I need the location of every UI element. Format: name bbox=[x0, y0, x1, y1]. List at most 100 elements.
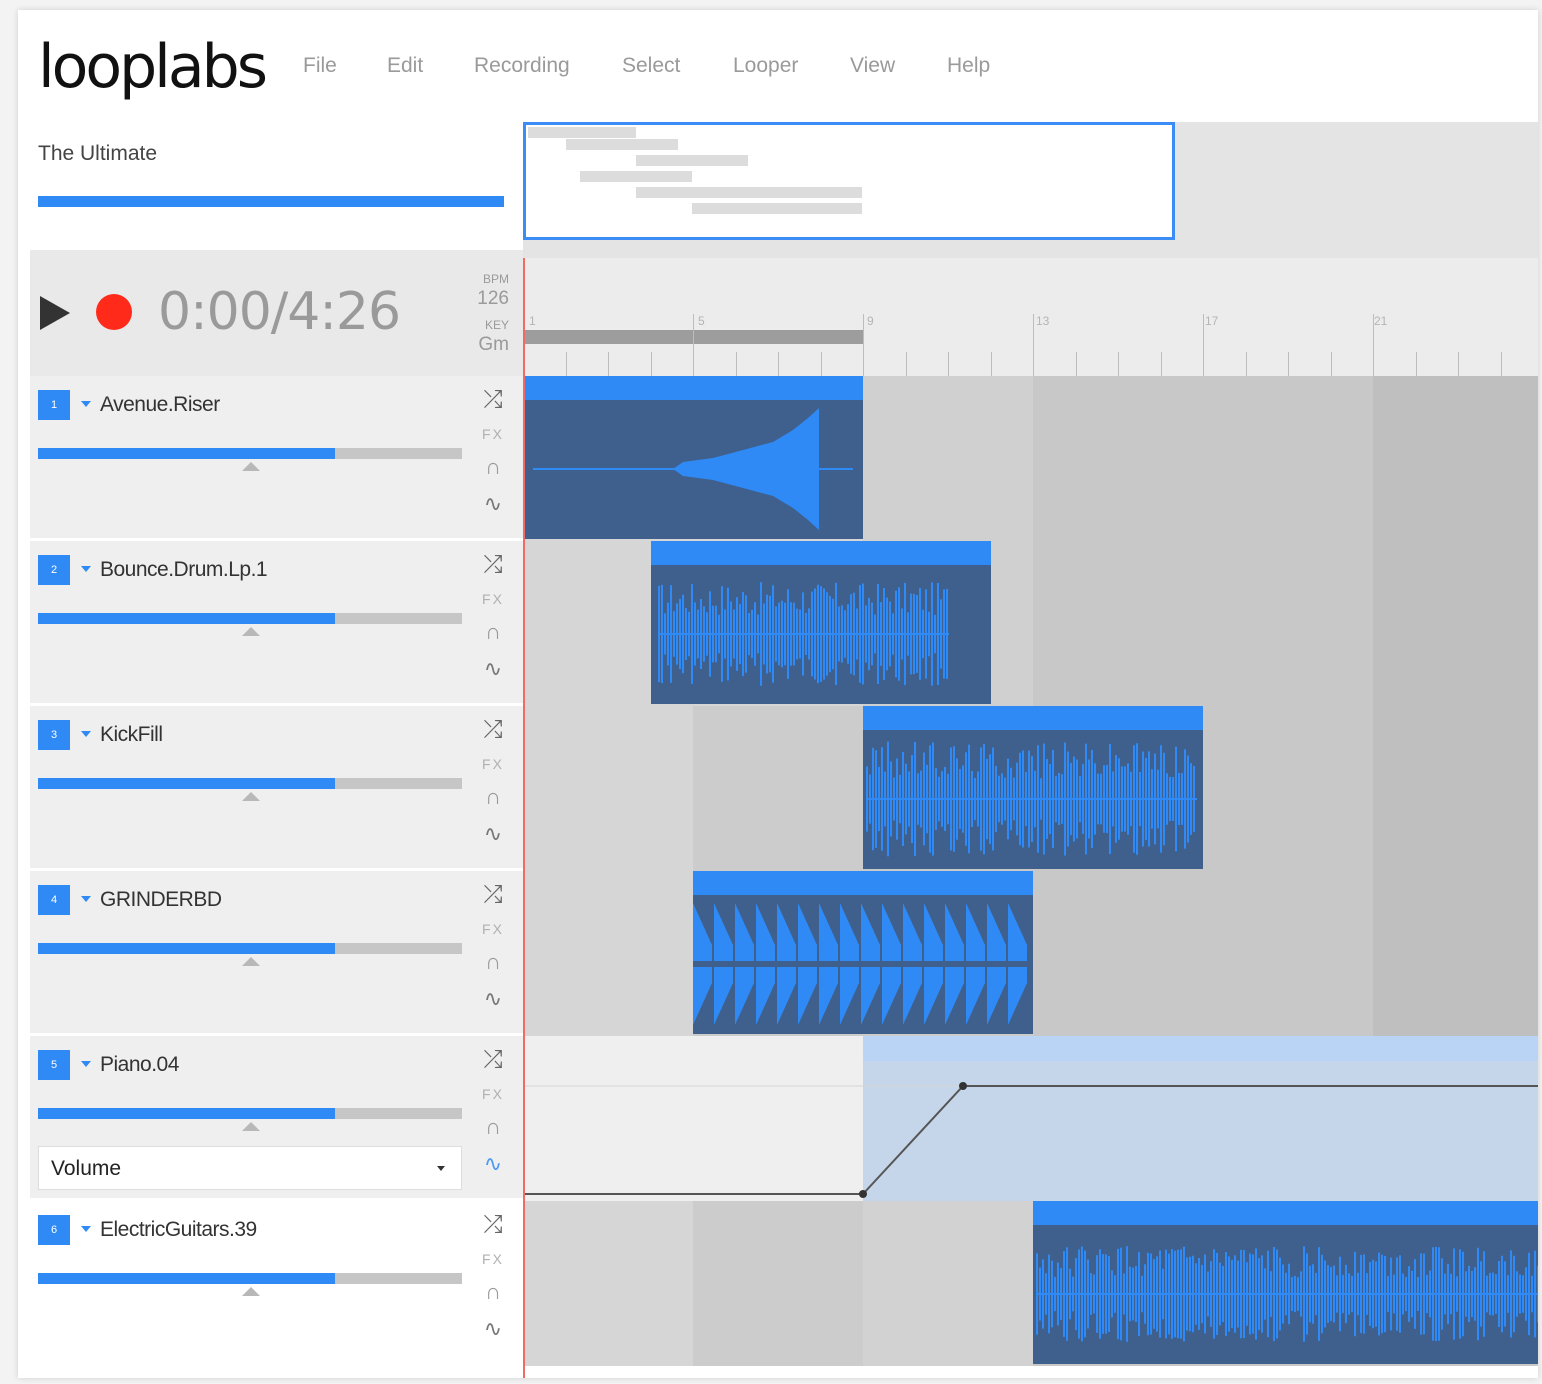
pan-marker-icon[interactable] bbox=[242, 462, 260, 471]
automation-parameter-select[interactable]: Volume bbox=[38, 1146, 462, 1190]
track-volume-slider[interactable] bbox=[38, 448, 462, 459]
ruler-tick bbox=[1203, 314, 1204, 376]
shuffle-icon[interactable]: ⤮ bbox=[478, 386, 508, 414]
clip-header-bar[interactable] bbox=[693, 871, 1033, 895]
project-title[interactable]: The Ultimate bbox=[38, 142, 157, 166]
fx-button[interactable]: FX bbox=[478, 426, 508, 442]
menu-recording[interactable]: Recording bbox=[474, 54, 570, 78]
playhead-cursor[interactable] bbox=[523, 258, 525, 1378]
clip-header-bar[interactable] bbox=[863, 706, 1203, 730]
ruler-tick bbox=[1076, 352, 1077, 376]
volume-fill bbox=[38, 778, 335, 789]
headphones-icon[interactable]: ∩ bbox=[478, 784, 508, 810]
headphones-icon[interactable]: ∩ bbox=[478, 1279, 508, 1305]
headphones-icon[interactable]: ∩ bbox=[478, 1114, 508, 1140]
ruler-tick bbox=[1118, 352, 1119, 376]
fx-button[interactable]: FX bbox=[478, 921, 508, 937]
automation-icon[interactable]: ∿ bbox=[478, 821, 508, 847]
headphones-icon[interactable]: ∩ bbox=[478, 949, 508, 975]
pan-marker-icon[interactable] bbox=[242, 1287, 260, 1296]
overview-viewport-window[interactable] bbox=[523, 122, 1175, 240]
track-name[interactable]: Piano.04 bbox=[100, 1050, 179, 1080]
menu-file[interactable]: File bbox=[303, 54, 337, 78]
track-lane[interactable] bbox=[523, 1201, 1538, 1366]
waveform bbox=[1036, 1246, 1538, 1342]
menu-looper[interactable]: Looper bbox=[733, 54, 798, 78]
track-number-badge[interactable]: 2 bbox=[38, 555, 70, 585]
track-volume-slider[interactable] bbox=[38, 778, 462, 789]
automation-icon[interactable]: ∿ bbox=[478, 986, 508, 1012]
automation-icon[interactable]: ∿ bbox=[478, 1151, 508, 1177]
automation-icon[interactable]: ∿ bbox=[478, 1316, 508, 1342]
shuffle-icon[interactable]: ⤮ bbox=[478, 1211, 508, 1239]
record-icon[interactable] bbox=[96, 294, 132, 330]
overview-clip bbox=[528, 127, 636, 138]
menu-edit[interactable]: Edit bbox=[387, 54, 423, 78]
track-name[interactable]: ElectricGuitars.39 bbox=[100, 1215, 257, 1245]
timeline-ruler[interactable]: 1 5 9 13 17 21 bbox=[523, 258, 1538, 376]
track-menu-caret-icon[interactable] bbox=[81, 1061, 91, 1067]
track-lane[interactable] bbox=[523, 541, 1538, 706]
shuffle-icon[interactable]: ⤮ bbox=[478, 551, 508, 579]
track-name[interactable]: GRINDERBD bbox=[100, 885, 222, 915]
track-volume-slider[interactable] bbox=[38, 1108, 462, 1119]
track-volume-slider[interactable] bbox=[38, 613, 462, 624]
key-value[interactable]: Gm bbox=[478, 334, 509, 356]
automation-icon[interactable]: ∿ bbox=[478, 656, 508, 682]
track-name[interactable]: Bounce.Drum.Lp.1 bbox=[100, 555, 268, 585]
audio-clip[interactable] bbox=[1033, 1201, 1538, 1364]
fx-button[interactable]: FX bbox=[478, 756, 508, 772]
pan-marker-icon[interactable] bbox=[242, 1122, 260, 1131]
track-lane[interactable] bbox=[523, 871, 1538, 1036]
dropdown-arrow-icon bbox=[437, 1166, 445, 1171]
track-number-badge[interactable]: 5 bbox=[38, 1050, 70, 1080]
menu-view[interactable]: View bbox=[850, 54, 895, 78]
track-menu-caret-icon[interactable] bbox=[81, 566, 91, 572]
track-lane[interactable] bbox=[523, 706, 1538, 871]
automation-curve[interactable] bbox=[523, 1036, 1538, 1201]
clip-header-bar[interactable] bbox=[1033, 1201, 1538, 1225]
audio-clip[interactable] bbox=[863, 706, 1203, 869]
track-lane[interactable] bbox=[523, 376, 1538, 541]
fx-button[interactable]: FX bbox=[478, 1251, 508, 1267]
track-name[interactable]: Avenue.Riser bbox=[100, 390, 220, 420]
headphones-icon[interactable]: ∩ bbox=[478, 454, 508, 480]
track-number-badge[interactable]: 4 bbox=[38, 885, 70, 915]
track-number-badge[interactable]: 6 bbox=[38, 1215, 70, 1245]
clip-header-bar[interactable] bbox=[523, 376, 863, 400]
track-volume-slider[interactable] bbox=[38, 943, 462, 954]
track-name[interactable]: KickFill bbox=[100, 720, 163, 750]
menu-help[interactable]: Help bbox=[947, 54, 990, 78]
automation-lane[interactable] bbox=[523, 1036, 1538, 1201]
fx-button[interactable]: FX bbox=[478, 1086, 508, 1102]
pan-marker-icon[interactable] bbox=[242, 957, 260, 966]
audio-clip[interactable] bbox=[523, 376, 863, 539]
bpm-label: BPM bbox=[482, 272, 509, 286]
track-menu-caret-icon[interactable] bbox=[81, 896, 91, 902]
audio-clip[interactable] bbox=[693, 871, 1033, 1034]
audio-clip[interactable] bbox=[651, 541, 991, 704]
ruler-tick bbox=[1331, 352, 1332, 376]
automation-icon[interactable]: ∿ bbox=[478, 491, 508, 517]
ruler-tick bbox=[821, 352, 822, 376]
track-number-badge[interactable]: 3 bbox=[38, 720, 70, 750]
menu-select[interactable]: Select bbox=[622, 54, 680, 78]
daw-window: looplabs File Edit Recording Select Loop… bbox=[18, 10, 1538, 1378]
arrangement-overview[interactable] bbox=[523, 122, 1538, 258]
shuffle-icon[interactable]: ⤮ bbox=[478, 716, 508, 744]
track-menu-caret-icon[interactable] bbox=[81, 1226, 91, 1232]
track-menu-caret-icon[interactable] bbox=[81, 401, 91, 407]
headphones-icon[interactable]: ∩ bbox=[478, 619, 508, 645]
clip-header-bar[interactable] bbox=[651, 541, 991, 565]
play-icon[interactable] bbox=[40, 296, 70, 330]
track-number-badge[interactable]: 1 bbox=[38, 390, 70, 420]
fx-button[interactable]: FX bbox=[478, 591, 508, 607]
project-progress-bar[interactable] bbox=[38, 196, 504, 207]
shuffle-icon[interactable]: ⤮ bbox=[478, 1046, 508, 1074]
pan-marker-icon[interactable] bbox=[242, 627, 260, 636]
bpm-value[interactable]: 126 bbox=[477, 288, 509, 310]
shuffle-icon[interactable]: ⤮ bbox=[478, 881, 508, 909]
track-menu-caret-icon[interactable] bbox=[81, 731, 91, 737]
track-volume-slider[interactable] bbox=[38, 1273, 462, 1284]
pan-marker-icon[interactable] bbox=[242, 792, 260, 801]
